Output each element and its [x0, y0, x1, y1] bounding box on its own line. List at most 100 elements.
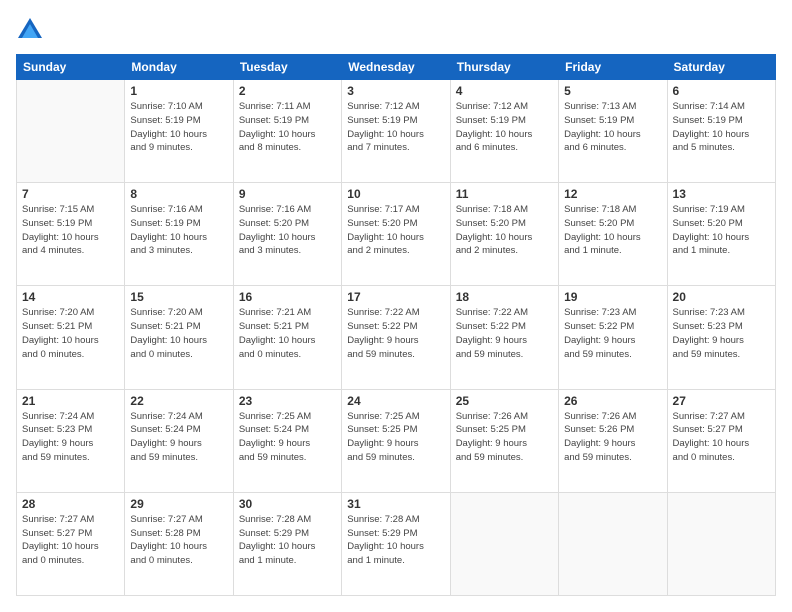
day-number: 16	[239, 290, 336, 304]
day-number: 15	[130, 290, 227, 304]
day-info: Sunrise: 7:24 AMSunset: 5:23 PMDaylight:…	[22, 410, 119, 465]
weekday-header-sunday: Sunday	[17, 55, 125, 80]
logo-icon	[16, 16, 44, 44]
week-row-4: 21 Sunrise: 7:24 AMSunset: 5:23 PMDayligh…	[17, 389, 776, 492]
calendar-cell: 10 Sunrise: 7:17 AMSunset: 5:20 PMDayligh…	[342, 183, 450, 286]
day-info: Sunrise: 7:26 AMSunset: 5:26 PMDaylight:…	[564, 410, 661, 465]
day-info: Sunrise: 7:23 AMSunset: 5:22 PMDaylight:…	[564, 306, 661, 361]
day-number: 21	[22, 394, 119, 408]
calendar-cell: 28 Sunrise: 7:27 AMSunset: 5:27 PMDayligh…	[17, 492, 125, 595]
calendar-cell: 20 Sunrise: 7:23 AMSunset: 5:23 PMDayligh…	[667, 286, 775, 389]
day-info: Sunrise: 7:22 AMSunset: 5:22 PMDaylight:…	[347, 306, 444, 361]
calendar-cell: 13 Sunrise: 7:19 AMSunset: 5:20 PMDayligh…	[667, 183, 775, 286]
day-number: 18	[456, 290, 553, 304]
day-info: Sunrise: 7:25 AMSunset: 5:25 PMDaylight:…	[347, 410, 444, 465]
week-row-5: 28 Sunrise: 7:27 AMSunset: 5:27 PMDayligh…	[17, 492, 776, 595]
calendar-cell: 27 Sunrise: 7:27 AMSunset: 5:27 PMDayligh…	[667, 389, 775, 492]
day-number: 30	[239, 497, 336, 511]
calendar-cell: 2 Sunrise: 7:11 AMSunset: 5:19 PMDaylight…	[233, 80, 341, 183]
calendar-cell: 25Sunrise: 7:26 AMSunset: 5:25 PMDayligh…	[450, 389, 558, 492]
day-info: Sunrise: 7:11 AMSunset: 5:19 PMDaylight:…	[239, 100, 336, 155]
page: SundayMondayTuesdayWednesdayThursdayFrid…	[0, 0, 792, 612]
day-number: 12	[564, 187, 661, 201]
day-number: 17	[347, 290, 444, 304]
day-info: Sunrise: 7:27 AMSunset: 5:27 PMDaylight:…	[22, 513, 119, 568]
day-info: Sunrise: 7:16 AMSunset: 5:19 PMDaylight:…	[130, 203, 227, 258]
calendar-table: SundayMondayTuesdayWednesdayThursdayFrid…	[16, 54, 776, 596]
day-number: 27	[673, 394, 770, 408]
day-number: 13	[673, 187, 770, 201]
day-number: 11	[456, 187, 553, 201]
day-info: Sunrise: 7:21 AMSunset: 5:21 PMDaylight:…	[239, 306, 336, 361]
day-info: Sunrise: 7:27 AMSunset: 5:27 PMDaylight:…	[673, 410, 770, 465]
calendar-cell: 17 Sunrise: 7:22 AMSunset: 5:22 PMDayligh…	[342, 286, 450, 389]
day-info: Sunrise: 7:23 AMSunset: 5:23 PMDaylight:…	[673, 306, 770, 361]
day-info: Sunrise: 7:22 AMSunset: 5:22 PMDaylight:…	[456, 306, 553, 361]
calendar-cell: 19 Sunrise: 7:23 AMSunset: 5:22 PMDayligh…	[559, 286, 667, 389]
day-info: Sunrise: 7:18 AMSunset: 5:20 PMDaylight:…	[564, 203, 661, 258]
day-number: 22	[130, 394, 227, 408]
calendar-cell	[667, 492, 775, 595]
calendar-cell: 23Sunrise: 7:25 AMSunset: 5:24 PMDayligh…	[233, 389, 341, 492]
calendar-cell: 16 Sunrise: 7:21 AMSunset: 5:21 PMDayligh…	[233, 286, 341, 389]
calendar-cell: 26 Sunrise: 7:26 AMSunset: 5:26 PMDayligh…	[559, 389, 667, 492]
weekday-header-thursday: Thursday	[450, 55, 558, 80]
day-number: 3	[347, 84, 444, 98]
day-number: 14	[22, 290, 119, 304]
day-info: Sunrise: 7:18 AMSunset: 5:20 PMDaylight:…	[456, 203, 553, 258]
calendar-cell: 6Sunrise: 7:14 AMSunset: 5:19 PMDaylight…	[667, 80, 775, 183]
week-row-2: 7 Sunrise: 7:15 AMSunset: 5:19 PMDaylight…	[17, 183, 776, 286]
calendar-cell: 9 Sunrise: 7:16 AMSunset: 5:20 PMDaylight…	[233, 183, 341, 286]
calendar-cell	[450, 492, 558, 595]
calendar-cell: 7 Sunrise: 7:15 AMSunset: 5:19 PMDaylight…	[17, 183, 125, 286]
day-number: 5	[564, 84, 661, 98]
day-info: Sunrise: 7:28 AMSunset: 5:29 PMDaylight:…	[347, 513, 444, 568]
day-number: 2	[239, 84, 336, 98]
day-info: Sunrise: 7:24 AMSunset: 5:24 PMDaylight:…	[130, 410, 227, 465]
week-row-1: 1Sunrise: 7:10 AMSunset: 5:19 PMDaylight…	[17, 80, 776, 183]
week-row-3: 14 Sunrise: 7:20 AMSunset: 5:21 PMDayligh…	[17, 286, 776, 389]
calendar-cell	[559, 492, 667, 595]
day-number: 19	[564, 290, 661, 304]
day-number: 26	[564, 394, 661, 408]
day-number: 1	[130, 84, 227, 98]
calendar-cell: 22 Sunrise: 7:24 AMSunset: 5:24 PMDayligh…	[125, 389, 233, 492]
calendar-cell: 29 Sunrise: 7:27 AMSunset: 5:28 PMDayligh…	[125, 492, 233, 595]
calendar-cell: 8 Sunrise: 7:16 AMSunset: 5:19 PMDaylight…	[125, 183, 233, 286]
day-number: 20	[673, 290, 770, 304]
day-info: Sunrise: 7:20 AMSunset: 5:21 PMDaylight:…	[130, 306, 227, 361]
calendar-cell: 30Sunrise: 7:28 AMSunset: 5:29 PMDayligh…	[233, 492, 341, 595]
day-info: Sunrise: 7:14 AMSunset: 5:19 PMDaylight:…	[673, 100, 770, 155]
calendar-cell	[17, 80, 125, 183]
calendar-cell: 24 Sunrise: 7:25 AMSunset: 5:25 PMDayligh…	[342, 389, 450, 492]
calendar-cell: 21 Sunrise: 7:24 AMSunset: 5:23 PMDayligh…	[17, 389, 125, 492]
day-info: Sunrise: 7:26 AMSunset: 5:25 PMDaylight:…	[456, 410, 553, 465]
day-info: Sunrise: 7:19 AMSunset: 5:20 PMDaylight:…	[673, 203, 770, 258]
day-info: Sunrise: 7:17 AMSunset: 5:20 PMDaylight:…	[347, 203, 444, 258]
day-info: Sunrise: 7:27 AMSunset: 5:28 PMDaylight:…	[130, 513, 227, 568]
calendar-cell: 4 Sunrise: 7:12 AMSunset: 5:19 PMDaylight…	[450, 80, 558, 183]
calendar-cell: 5Sunrise: 7:13 AMSunset: 5:19 PMDaylight…	[559, 80, 667, 183]
weekday-header-tuesday: Tuesday	[233, 55, 341, 80]
day-number: 9	[239, 187, 336, 201]
day-number: 28	[22, 497, 119, 511]
day-info: Sunrise: 7:16 AMSunset: 5:20 PMDaylight:…	[239, 203, 336, 258]
day-number: 10	[347, 187, 444, 201]
weekday-header-wednesday: Wednesday	[342, 55, 450, 80]
day-number: 29	[130, 497, 227, 511]
day-number: 7	[22, 187, 119, 201]
day-info: Sunrise: 7:12 AMSunset: 5:19 PMDaylight:…	[456, 100, 553, 155]
day-number: 24	[347, 394, 444, 408]
calendar-cell: 1Sunrise: 7:10 AMSunset: 5:19 PMDaylight…	[125, 80, 233, 183]
calendar-cell: 3Sunrise: 7:12 AMSunset: 5:19 PMDaylight…	[342, 80, 450, 183]
weekday-header-saturday: Saturday	[667, 55, 775, 80]
weekday-header-row: SundayMondayTuesdayWednesdayThursdayFrid…	[17, 55, 776, 80]
day-number: 8	[130, 187, 227, 201]
day-info: Sunrise: 7:20 AMSunset: 5:21 PMDaylight:…	[22, 306, 119, 361]
calendar-cell: 31Sunrise: 7:28 AMSunset: 5:29 PMDayligh…	[342, 492, 450, 595]
day-number: 4	[456, 84, 553, 98]
day-number: 23	[239, 394, 336, 408]
calendar-cell: 18 Sunrise: 7:22 AMSunset: 5:22 PMDayligh…	[450, 286, 558, 389]
calendar-cell: 15 Sunrise: 7:20 AMSunset: 5:21 PMDayligh…	[125, 286, 233, 389]
day-info: Sunrise: 7:15 AMSunset: 5:19 PMDaylight:…	[22, 203, 119, 258]
